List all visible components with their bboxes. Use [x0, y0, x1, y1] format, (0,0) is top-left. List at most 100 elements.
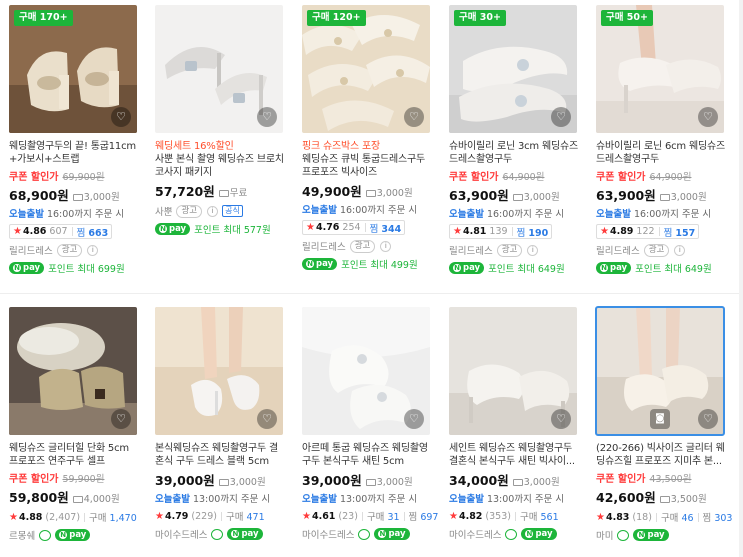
purchase-count: 구매 1,470	[89, 513, 137, 524]
coupon-label: 쿠폰 할인가	[596, 172, 646, 183]
wishlist-count: 찜 190	[516, 227, 549, 239]
product-card[interactable]: ♡ 아르떼 통굽 웨딩슈즈 웨딩촬영구두 본식구두 새틴 5cm 4cm... …	[302, 307, 438, 541]
product-title[interactable]: 웨딩슈즈 글리터힐 단화 5cm 프로포즈 연주구두 셀프	[9, 442, 139, 468]
product-image[interactable]: 구매 170+ ♡	[9, 5, 137, 133]
star-icon: ★	[449, 510, 458, 522]
info-icon[interactable]: i	[380, 240, 392, 252]
product-title[interactable]: 웨딩세트 16%할인 사뿐 본식 촬영 웨딩슈즈 브로치 코사지 패키지	[155, 140, 285, 179]
product-image[interactable]: 구매 50+ ♡	[596, 5, 724, 133]
npay-badge: Npay	[9, 262, 45, 274]
seller[interactable]: 릴리드레스 광고 i	[302, 239, 432, 253]
product-card[interactable]: ♡ 웨딩슈즈 글리터힐 단화 5cm 프로포즈 연주구두 셀프 쿠폰 할인가 5…	[9, 307, 139, 542]
product-image[interactable]: ◙ ♡	[595, 306, 725, 436]
product-title[interactable]: 세인트 웨딩슈즈 웨딩촬영구두 결혼식 본식구두 새틴 빅사이...	[449, 442, 579, 468]
product-card[interactable]: 구매 30+ ♡ 슈바이릴리 로닌 3cm 웨딩슈즈 드레스촬영구두 쿠폰 할인…	[449, 5, 579, 275]
product-card[interactable]: ◙ ♡ (220-266) 빅사이즈 글리터 웨딩슈즈힐 프로포즈 지미추 본.…	[595, 306, 732, 542]
product-title[interactable]: 슈바이릴리 로닌 6cm 웨딩슈즈 드레스촬영구두	[596, 140, 726, 166]
star-icon: ★	[302, 510, 311, 522]
rating-box[interactable]: ★ 4.81 139 찜 190	[449, 224, 553, 239]
talk-icon[interactable]	[505, 528, 518, 540]
coupon-row: 쿠폰 할인가 64,900원	[596, 168, 726, 183]
price: 39,000원	[302, 473, 362, 488]
product-card[interactable]: ♡ 세인트 웨딩슈즈 웨딩촬영구두 결혼식 본식구두 새틴 빅사이... 34,…	[449, 307, 579, 541]
product-image[interactable]: ♡	[449, 307, 577, 435]
product-card[interactable]: 구매 120+ ♡ 핑크 슈즈박스 포장 웨딩슈즈 큐빅 통굽드레스구두 프로포즈…	[302, 5, 432, 271]
product-image[interactable]: ♡	[155, 5, 283, 133]
heart-icon[interactable]: ♡	[404, 409, 424, 429]
seller[interactable]: 릴리드레스 광고 i	[596, 243, 726, 257]
product-card[interactable]: ♡ 본식웨딩슈즈 웨딩촬영구두 결혼식 구두 드레스 블랙 5cm 7... 3…	[155, 307, 285, 541]
truck-icon	[365, 479, 376, 486]
price: 34,000원	[449, 473, 509, 488]
product-title[interactable]: 핑크 슈즈박스 포장 웨딩슈즈 큐빅 통굽드레스구두 프로포즈 빅사이즈	[302, 140, 432, 179]
info-icon[interactable]: i	[87, 244, 99, 256]
talk-icon[interactable]	[358, 528, 371, 540]
product-image[interactable]: 구매 30+ ♡	[449, 5, 577, 133]
rating-box[interactable]: ★ 4.76 254 찜 344	[302, 220, 406, 235]
product-title[interactable]: 본식웨딩슈즈 웨딩촬영구두 결혼식 구두 드레스 블랙 5cm 7...	[155, 442, 285, 468]
rating-row[interactable]: ★ 4.82 (353) 구매 561	[449, 509, 559, 524]
product-card[interactable]: 구매 50+ ♡ 슈바이릴리 로닌 6cm 웨딩슈즈 드레스촬영구두 쿠폰 할인…	[596, 5, 726, 275]
seller[interactable]: 릴리드레스 광고 i	[449, 243, 579, 257]
seller[interactable]: 마이수드레스 Npay	[302, 527, 432, 541]
product-image[interactable]: 구매 120+ ♡	[302, 5, 430, 133]
product-image[interactable]: ♡	[155, 307, 283, 435]
npay-badge: Npay	[449, 262, 485, 274]
seller[interactable]: 마이수드레스 Npay	[449, 527, 579, 541]
shipping-fee: 3,000원	[365, 474, 413, 488]
heart-icon[interactable]: ♡	[257, 107, 277, 127]
product-image[interactable]: ♡	[9, 307, 137, 435]
rating-row[interactable]: ★ 4.83 (18) 구매 46 찜 303	[596, 510, 732, 525]
heart-icon[interactable]: ♡	[698, 409, 718, 429]
price: 68,900원	[9, 188, 69, 203]
star-icon: ★	[600, 226, 609, 237]
rating-box[interactable]: ★ 4.89 122 찜 157	[596, 224, 700, 239]
rating-row[interactable]: ★ 4.79 (229) 구매 471	[155, 509, 265, 524]
info-icon[interactable]: i	[674, 244, 686, 256]
heart-icon[interactable]: ♡	[551, 409, 571, 429]
scrollbar[interactable]	[739, 0, 743, 557]
price: 42,600원	[596, 490, 656, 505]
rating-row[interactable]: ★ 4.61 (23) 구매 31 찜 697	[302, 509, 438, 524]
product-card[interactable]: 구매 170+ ♡ 웨딩촬영구두의 끝! 통굽11cm +가보시+스트랩 쿠폰 …	[9, 5, 139, 275]
npay-badge: Npay	[374, 528, 410, 540]
talk-icon[interactable]	[39, 529, 52, 541]
product-title[interactable]: 아르떼 통굽 웨딩슈즈 웨딩촬영구두 본식구두 새틴 5cm 4cm...	[302, 442, 432, 468]
talk-icon[interactable]	[211, 528, 224, 540]
product-title[interactable]: (220-266) 빅사이즈 글리터 웨딩슈즈힐 프로포즈 지미추 본...	[596, 442, 726, 468]
product-card[interactable]: ♡ 웨딩세트 16%할인 사뿐 본식 촬영 웨딩슈즈 브로치 코사지 패키지 57…	[155, 5, 285, 236]
product-title[interactable]: 웨딩촬영구두의 끝! 통굽11cm +가보시+스트랩	[9, 140, 139, 166]
seller[interactable]: 마이수드레스 Npay	[155, 527, 285, 541]
info-icon[interactable]: i	[527, 244, 539, 256]
product-image[interactable]: ♡	[302, 307, 430, 435]
price: 59,800원	[9, 490, 69, 505]
ad-badge: 광고	[349, 239, 376, 253]
info-icon[interactable]: i	[207, 205, 219, 217]
heart-icon[interactable]: ♡	[551, 107, 571, 127]
talk-icon[interactable]	[617, 529, 630, 541]
seller[interactable]: 르몽쉐 Npay	[9, 528, 139, 542]
npay-badge: Npay	[55, 529, 91, 541]
today-shipping: 오늘출발 16:00까지 주문 시	[596, 209, 712, 220]
truck-icon	[512, 479, 523, 486]
seller[interactable]: 릴리드레스 광고 i	[9, 243, 139, 257]
today-shipping: 오늘출발 13:00까지 주문 시	[302, 494, 418, 505]
truck-icon	[512, 194, 523, 201]
heart-icon[interactable]: ♡	[111, 409, 131, 429]
truck-icon	[72, 496, 83, 503]
heart-icon[interactable]: ♡	[698, 107, 718, 127]
shipping-fee: 3,000원	[218, 474, 266, 488]
heart-icon[interactable]: ♡	[111, 107, 131, 127]
seller[interactable]: 마미 Npay	[596, 528, 726, 542]
heart-icon[interactable]: ♡	[404, 107, 424, 127]
rating-box[interactable]: ★ 4.86 607 찜 663	[9, 224, 113, 239]
original-price: 59,900원	[62, 474, 105, 485]
product-title[interactable]: 슈바이릴리 로닌 3cm 웨딩슈즈 드레스촬영구두	[449, 140, 579, 166]
camera-icon[interactable]: ◙	[650, 409, 670, 429]
heart-icon[interactable]: ♡	[257, 409, 277, 429]
npay-badge: Npay	[155, 223, 191, 235]
rating-row[interactable]: ★ 4.88 (2,407) 구매 1,470	[9, 510, 137, 525]
seller[interactable]: 사뿐 광고 i 공식	[155, 204, 285, 218]
purchase-count: 구매 471	[225, 512, 265, 523]
star-icon: ★	[13, 226, 22, 237]
